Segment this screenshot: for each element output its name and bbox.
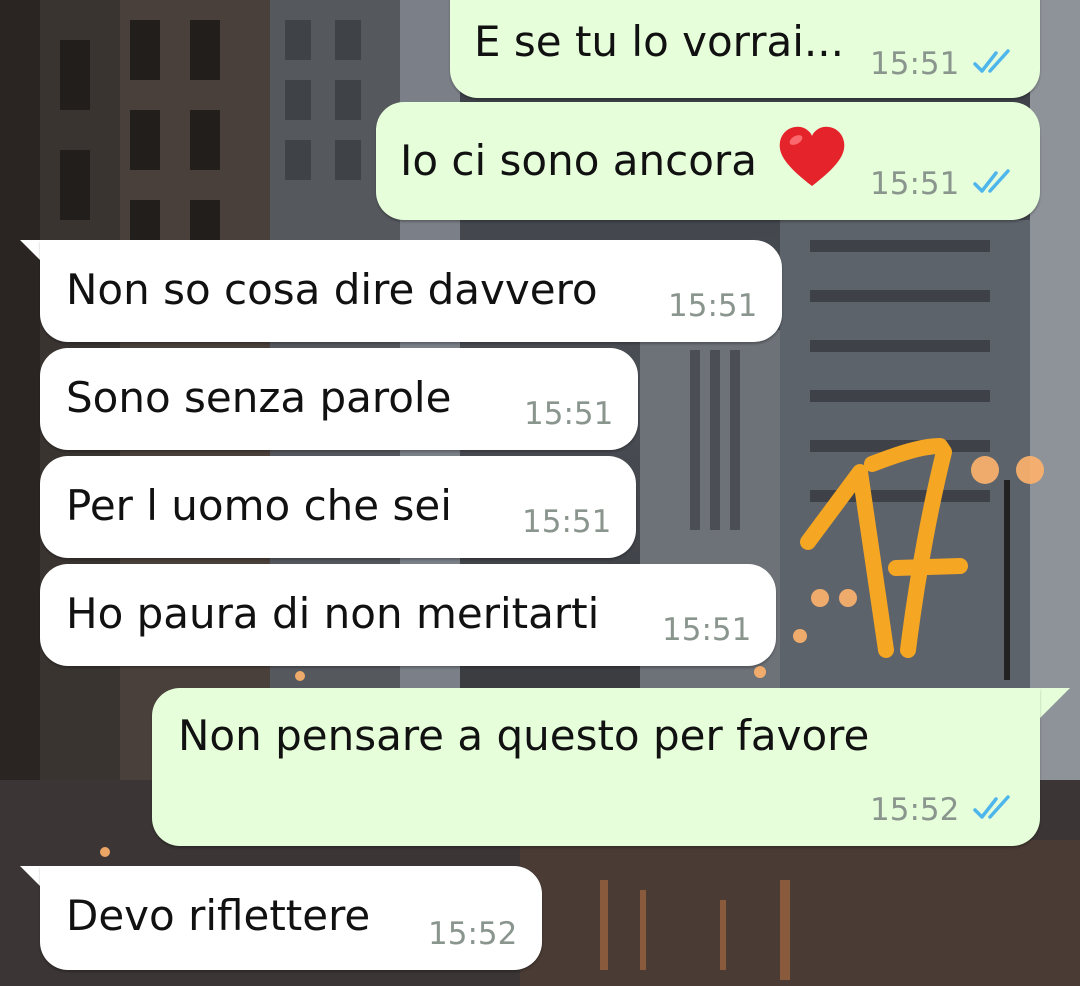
message-text: Non pensare a questo per favore [178, 711, 870, 760]
message-bubble-incoming[interactable]: Per l uomo che sei 15:51 [40, 456, 636, 558]
message-bubble-incoming[interactable]: Non so cosa dire davvero 15:51 [40, 240, 782, 342]
message-timestamp: 15:51 [668, 288, 758, 324]
message-timestamp: 15:51 [662, 612, 752, 648]
read-double-check-icon [973, 49, 1010, 73]
message-timestamp: 15:52 [428, 916, 518, 952]
message-timestamp: 15:51 [522, 504, 612, 540]
message-bubble-incoming[interactable]: Devo riflettere 15:52 [40, 866, 542, 970]
message-bubble-outgoing[interactable]: Io ci sono ancora 15:51 [376, 102, 1040, 220]
message-bubble-outgoing[interactable]: E se tu lo vorrai... 15:51 [450, 0, 1040, 98]
message-bubble-incoming[interactable]: Ho paura di non meritarti 15:51 [40, 564, 776, 666]
handwritten-number-annotation: 17 [800, 438, 968, 658]
message-timestamp: 15:51 [870, 166, 960, 202]
read-double-check-icon [973, 169, 1010, 193]
message-timestamp: 15:52 [870, 792, 960, 828]
outgoing-bubble-tail [1040, 688, 1070, 718]
message-text: Ho paura di non meritarti [66, 589, 600, 638]
message-text: E se tu lo vorrai... [474, 17, 844, 66]
message-text: Sono senza parole [66, 373, 452, 422]
message-text: Io ci sono ancora [400, 136, 757, 185]
message-text: Devo riflettere [66, 891, 371, 940]
red-heart-emoji-icon [779, 126, 845, 186]
message-text: Non so cosa dire davvero [66, 265, 598, 314]
read-double-check-icon [973, 795, 1010, 819]
message-bubble-outgoing[interactable]: Non pensare a questo per favore 15:52 [152, 688, 1040, 846]
message-timestamp: 15:51 [870, 46, 960, 82]
message-text: Per l uomo che sei [66, 481, 452, 530]
message-timestamp: 15:51 [524, 396, 614, 432]
message-bubble-incoming[interactable]: Sono senza parole 15:51 [40, 348, 638, 450]
